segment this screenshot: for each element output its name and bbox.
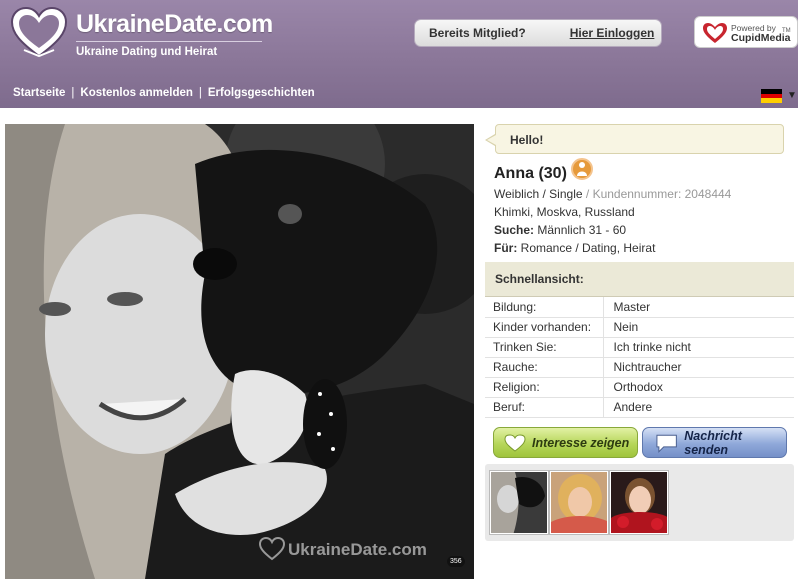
detail-value: Nichtraucher: [603, 357, 794, 378]
slash: /: [542, 187, 546, 201]
trademark-label: TM: [782, 28, 791, 34]
table-row: Beruf: Andere: [485, 397, 794, 418]
photo-thumbnails: [485, 464, 794, 541]
show-interest-button[interactable]: Interesse zeigen: [493, 427, 638, 458]
detail-value: Ich trinke nicht: [603, 337, 794, 358]
quick-view-title: Schnellansicht:: [495, 272, 584, 286]
nav-separator: |: [198, 87, 202, 99]
nav-separator: |: [71, 87, 75, 99]
powered-by-cupidmedia[interactable]: Powered by CupidMedia TM: [694, 16, 798, 48]
cupid-heart-icon: [703, 23, 727, 43]
german-flag-icon[interactable]: [761, 89, 782, 103]
profile-basics: Weiblich / Single / Kundennummer: 204844…: [494, 187, 731, 201]
language-dropdown-arrow-icon[interactable]: ▼: [787, 90, 797, 101]
thumbnail-1[interactable]: [490, 471, 548, 534]
heart-icon: [504, 433, 526, 452]
thumbnail-3[interactable]: [610, 471, 668, 534]
profile-name: Anna (30): [494, 165, 567, 182]
send-message-button[interactable]: Nachricht senden: [642, 427, 787, 458]
detail-key: Religion:: [485, 377, 604, 398]
nav-startseite[interactable]: Startseite: [13, 87, 65, 99]
details-table: Bildung: Master Kinder vorhanden: Nein T…: [485, 297, 794, 418]
table-row: Bildung: Master: [485, 297, 794, 318]
show-interest-label: Interesse zeigen: [532, 435, 630, 450]
search-label: Suche:: [494, 223, 535, 237]
photo-watermark: UkraineDate.com: [288, 540, 427, 559]
slash: /: [585, 187, 590, 201]
thumbnail-2[interactable]: [550, 471, 608, 534]
detail-key: Trinken Sie:: [485, 337, 604, 358]
search-line: Suche: Männlich 31 - 60: [494, 223, 626, 237]
table-row: Trinken Sie: Ich trinke nicht: [485, 337, 794, 358]
login-link[interactable]: Hier Einloggen: [570, 26, 655, 40]
detail-value: Andere: [603, 397, 794, 418]
site-header: UkraineDate.com Ukraine Dating und Heira…: [0, 0, 798, 108]
table-row: Rauche: Nichtraucher: [485, 357, 794, 378]
bubble-tail-inner: [487, 135, 496, 145]
detail-key: Beruf:: [485, 397, 604, 418]
detail-value: Orthodox: [603, 377, 794, 398]
greeting-text: Hello!: [510, 133, 544, 147]
login-box: Bereits Mitglied? Hier Einloggen: [414, 19, 662, 47]
customer-number: 2048444: [684, 187, 732, 201]
site-logo[interactable]: UkraineDate.com Ukraine Dating und Heira…: [10, 6, 273, 60]
speech-bubble-icon: [656, 434, 677, 453]
member-question: Bereits Mitglied?: [429, 26, 526, 40]
logo-title: UkraineDate.com: [76, 10, 273, 38]
for-value: Romance / Dating, Heirat: [520, 241, 656, 255]
looking-for-line: Für: Romance / Dating, Heirat: [494, 241, 655, 255]
logo-subtitle: Ukraine Dating und Heirat: [76, 46, 218, 58]
detail-value: Master: [603, 297, 794, 318]
detail-key: Bildung:: [485, 297, 604, 318]
relationship-status: Single: [549, 187, 583, 201]
gender: Weiblich: [494, 187, 540, 201]
detail-value: Nein: [603, 317, 794, 338]
logo-divider: [76, 41, 262, 42]
watermark-heart-icon: [259, 537, 285, 561]
quick-view-header: Schnellansicht:: [485, 262, 794, 297]
table-row: Religion: Orthodox: [485, 377, 794, 398]
main-nav: Startseite | Kostenlos anmelden | Erfolg…: [13, 87, 315, 99]
nav-erfolgsgeschichten[interactable]: Erfolgsgeschichten: [208, 87, 315, 99]
detail-key: Rauche:: [485, 357, 604, 378]
profile-photo[interactable]: [5, 124, 474, 579]
nav-kostenlos-anmelden[interactable]: Kostenlos anmelden: [80, 87, 192, 99]
photo-illustration: [5, 124, 474, 579]
customer-number-label: Kundennummer:: [592, 187, 682, 201]
search-value: Männlich 31 - 60: [537, 223, 627, 237]
photo-number: 356: [447, 556, 465, 567]
location: Khimki, Moskva, Russland: [494, 205, 635, 219]
heart-logo-icon: [10, 6, 68, 58]
detail-key: Kinder vorhanden:: [485, 317, 604, 338]
person-icon: [571, 158, 593, 180]
table-row: Kinder vorhanden: Nein: [485, 317, 794, 338]
send-message-label: Nachricht senden: [684, 428, 742, 457]
greeting-bubble: Hello!: [495, 124, 784, 154]
for-label: Für:: [494, 241, 518, 255]
